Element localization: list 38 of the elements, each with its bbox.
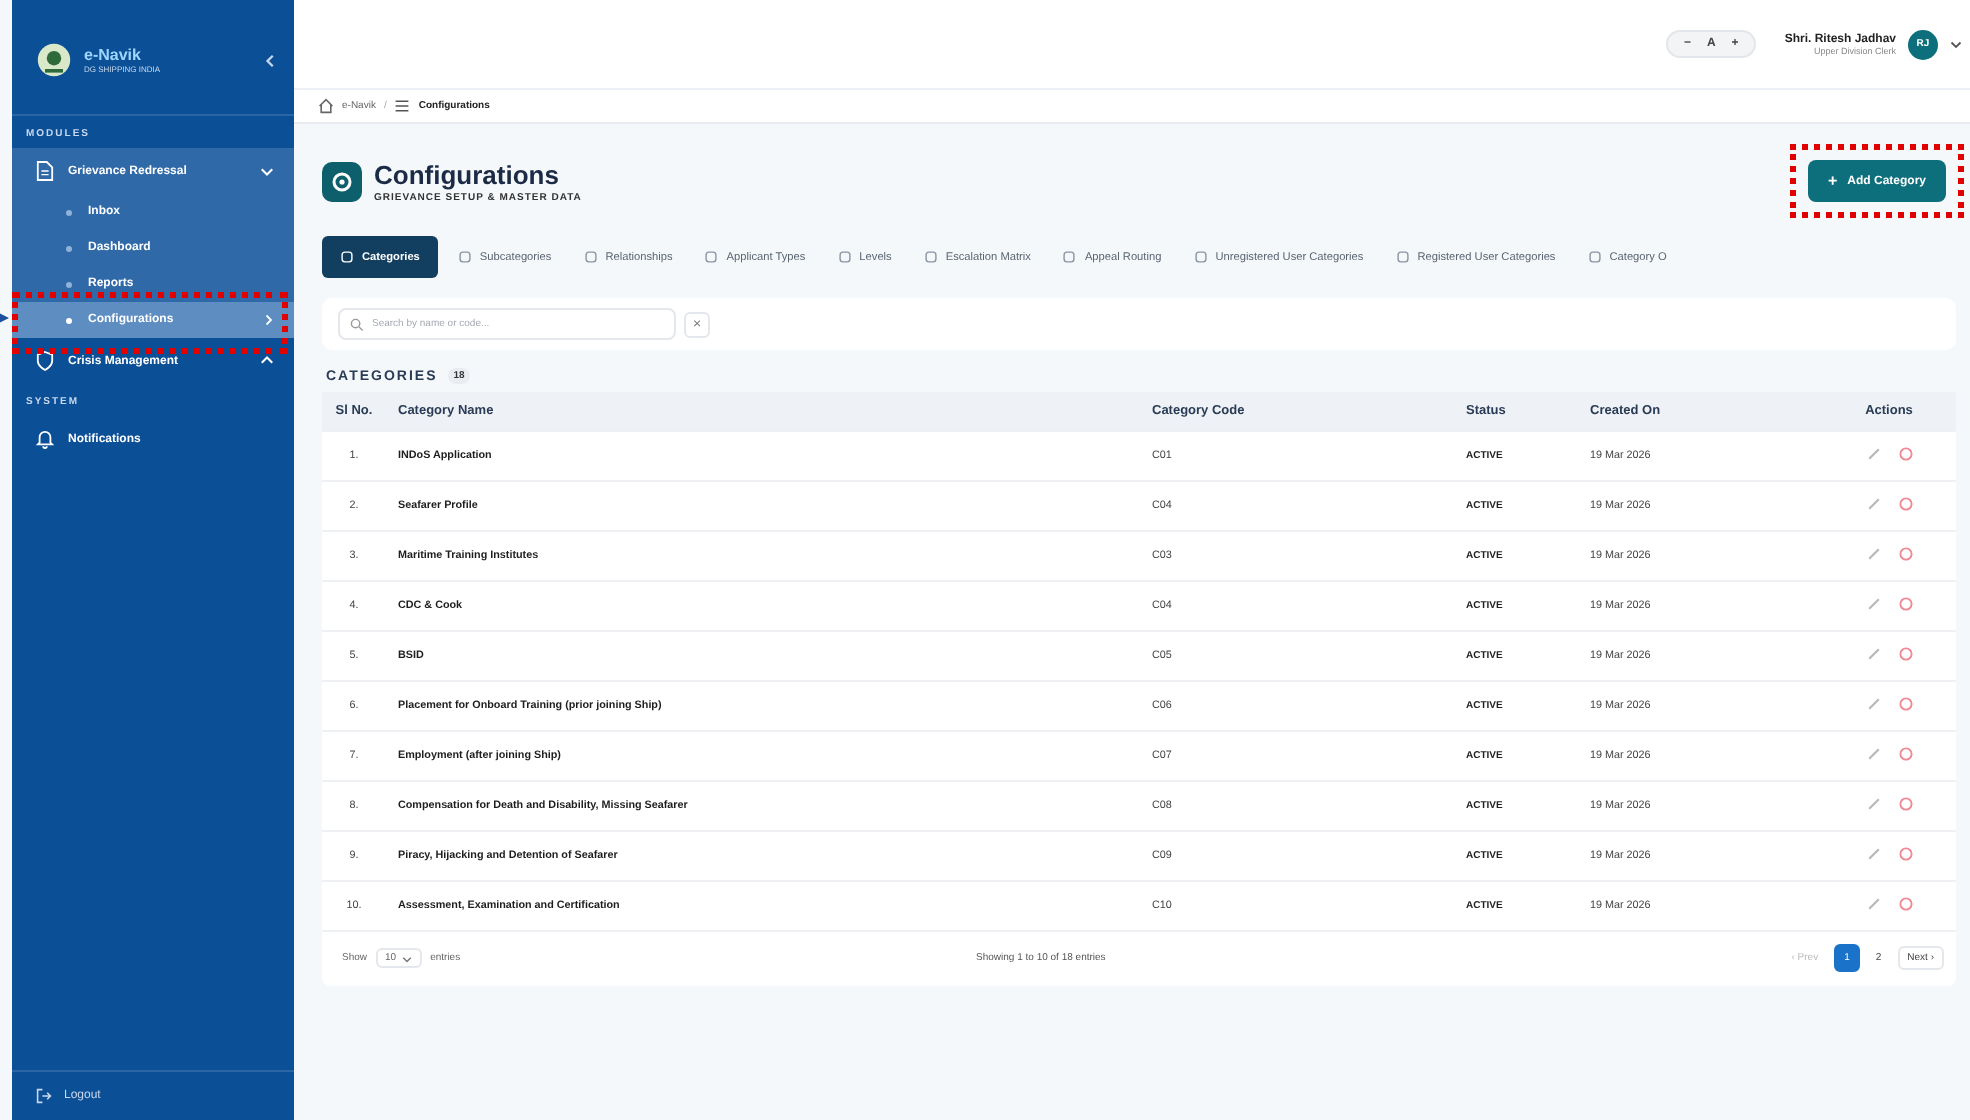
chevron-icon [260,164,274,178]
edit-icon[interactable] [1865,796,1881,812]
tab-icon [340,250,354,264]
caret-icon [402,953,413,963]
tab-icon [1587,250,1602,264]
tab-icon [1062,250,1077,264]
edit-icon[interactable] [1865,896,1881,912]
shield-icon [36,350,54,372]
edit-icon[interactable] [1865,496,1881,512]
tab-icon [457,250,472,264]
document-icon [36,160,54,182]
list-icon [394,98,411,114]
edit-icon[interactable] [1865,846,1881,862]
tab-icon [1193,250,1208,264]
brand-name: e-Navik [84,46,143,64]
home-icon[interactable] [318,98,334,114]
tab-icon [1395,250,1410,264]
chevron-icon [262,314,274,326]
edit-icon[interactable] [1865,696,1881,712]
page-title: Configurations [374,159,561,189]
edit-icon[interactable] [1865,646,1881,662]
caret-icon[interactable] [1950,38,1962,50]
edit-icon[interactable] [1865,446,1881,462]
chevron-icon [260,354,274,368]
settings-icon [322,161,362,201]
edit-icon[interactable] [1865,746,1881,762]
tab-icon [837,250,852,264]
collapse-sidebar-button[interactable] [264,53,278,67]
tab-icon [923,250,938,264]
logout-icon [36,1088,52,1104]
tab-icon [583,250,598,264]
edit-icon[interactable] [1865,546,1881,562]
bell-icon [36,428,54,450]
edit-icon[interactable] [1865,596,1881,612]
tab-icon [704,250,719,264]
emblem-icon [36,42,72,78]
pointer-arrow [0,310,12,326]
search-icon [350,318,364,332]
